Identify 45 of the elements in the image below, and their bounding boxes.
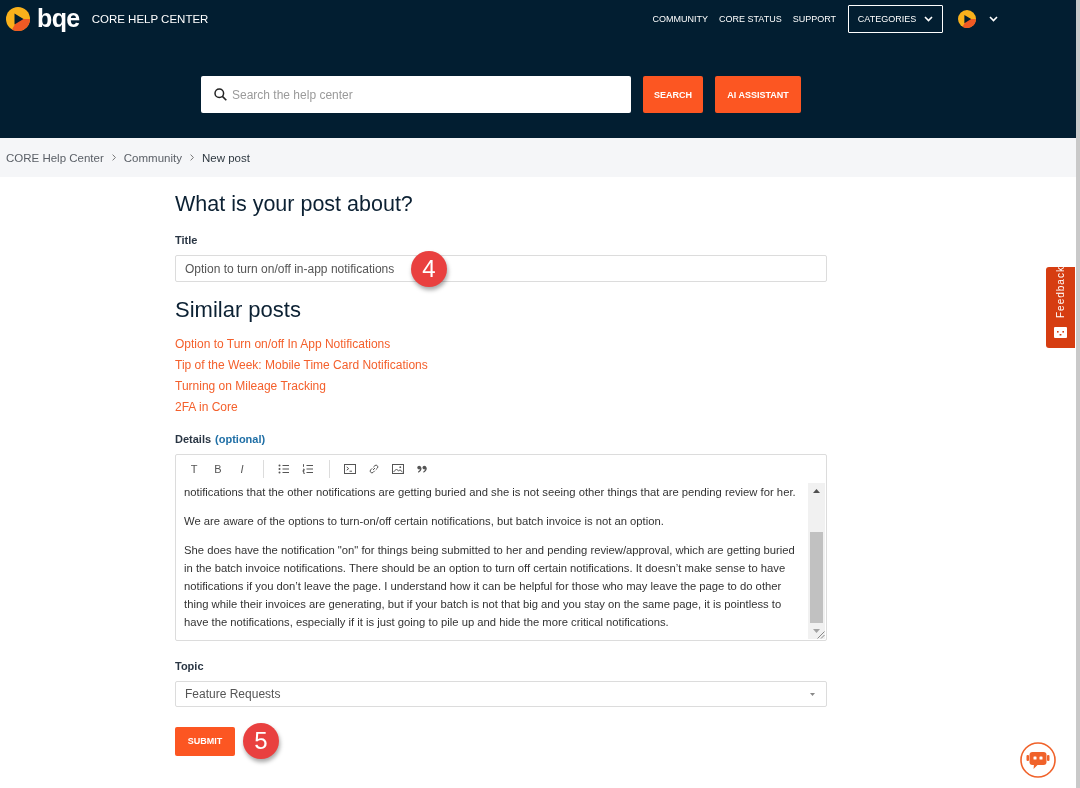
post-body-paragraph: notifications that the other notifications are getting buried and she is not seeing other things that are pending review for her. bbox=[184, 485, 797, 500]
link-icon[interactable] bbox=[368, 463, 380, 475]
logo-icon[interactable] bbox=[6, 6, 30, 31]
bulleted-list-icon[interactable] bbox=[278, 463, 290, 475]
heading-button[interactable]: T bbox=[182, 459, 206, 479]
resize-grip-icon[interactable] bbox=[815, 629, 825, 639]
bold-button[interactable]: B bbox=[206, 459, 230, 479]
code-block-icon[interactable] bbox=[344, 463, 356, 475]
title-label: Title bbox=[175, 233, 199, 248]
optional-note: (optional) bbox=[215, 432, 266, 447]
topic-label: Topic bbox=[175, 659, 205, 674]
numbered-list-icon[interactable] bbox=[302, 463, 314, 475]
step-number-marker: 5 bbox=[243, 723, 279, 759]
similar-posts-heading: Similar posts bbox=[175, 296, 302, 324]
search-field[interactable]: Search the help center bbox=[201, 76, 631, 113]
post-body-paragraph: She does have the notification "on" for things being submitted to her and pending review/approval, which are getting buried in the batch invoice notifications. There should be an option to turn off certain notifications. It doesn’t make sense to have notifications if you don’t leave the page. I understand how it can be helpful for those who may leave the page to do other thing while their invoices are generating, but if your batch is not that big and you stay on the same page, it is pointless to have the notifications, especially if it is just going to pile up and hide the more critical notifications. bbox=[184, 543, 796, 630]
chevron-right-icon bbox=[189, 154, 194, 161]
page-scrollbar[interactable] bbox=[1076, 0, 1080, 788]
nav-link[interactable]: COMMUNITY bbox=[652, 13, 708, 24]
italic-button[interactable]: I bbox=[230, 459, 254, 479]
chatbot-icon[interactable] bbox=[1020, 742, 1056, 778]
chevron-down-icon bbox=[924, 15, 934, 22]
details-label: Details bbox=[175, 432, 212, 447]
form-heading: What is your post about? bbox=[175, 191, 414, 217]
feedback-tab[interactable]: Feedback bbox=[1046, 267, 1075, 348]
smiley-box-icon bbox=[1054, 327, 1067, 338]
scrollbar[interactable] bbox=[808, 483, 825, 639]
site-title[interactable]: CORE HELP CENTER bbox=[91, 12, 209, 25]
categories-button[interactable]: CATEGORIES bbox=[848, 4, 943, 33]
avatar-icon[interactable] bbox=[958, 9, 976, 28]
post-body-paragraph: We are aware of the options to turn-on/off certain notifications, but batch invoice is not an option. bbox=[184, 514, 665, 529]
nav-link[interactable]: CORE STATUS bbox=[719, 13, 782, 24]
step-number-marker: 4 bbox=[411, 251, 447, 287]
breadcrumb-link[interactable]: Community bbox=[123, 151, 182, 164]
quote-icon[interactable] bbox=[416, 463, 428, 475]
logo-text[interactable]: bqe bbox=[37, 3, 80, 32]
search-icon bbox=[214, 88, 227, 101]
breadcrumb-current: New post bbox=[201, 151, 250, 164]
chevron-down-icon[interactable] bbox=[989, 15, 998, 22]
image-icon[interactable] bbox=[392, 463, 404, 475]
caret-down-icon bbox=[810, 692, 815, 696]
chevron-right-icon bbox=[111, 154, 116, 161]
topic-select[interactable]: Feature Requests bbox=[175, 681, 827, 707]
breadcrumb-link[interactable]: CORE Help Center bbox=[6, 151, 104, 164]
nav-link[interactable]: SUPPORT bbox=[792, 13, 836, 24]
